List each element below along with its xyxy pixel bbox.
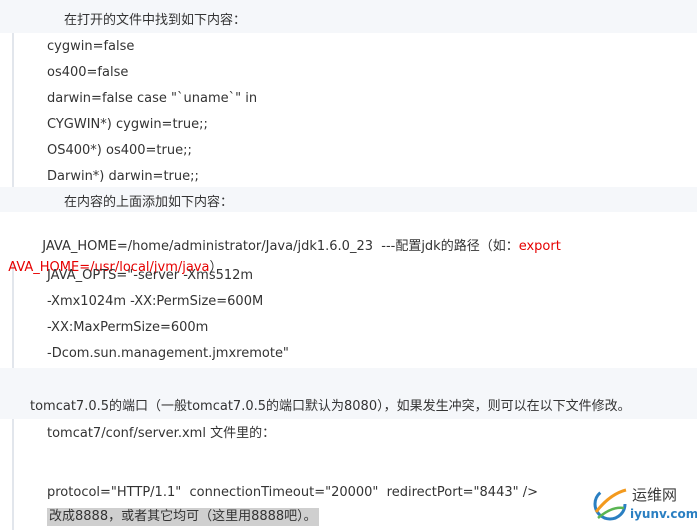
- watermark-en: iyunv.com: [630, 507, 697, 521]
- file-path-line: tomcat7/conf/server.xml 文件里的：: [47, 426, 276, 441]
- port-note: tomcat7.0.5的端口（一般tomcat7.0.5的端口默认为8080），…: [30, 399, 631, 414]
- java-home-example-start: export: [518, 239, 561, 254]
- code-block-1-border: [12, 33, 14, 187]
- code-line: OS400*) os400=true;;: [47, 143, 192, 158]
- code-line: CYGWIN*) cygwin=true;;: [47, 117, 208, 132]
- code-block-1: [0, 33, 697, 187]
- code-line: darwin=false case "`uname`" in: [47, 91, 258, 106]
- heading1: 在打开的文件中找到如下内容：: [64, 13, 247, 28]
- code-line: os400=false: [47, 65, 129, 80]
- swoosh-icon: [593, 487, 627, 521]
- code-block-2-border: [12, 263, 14, 368]
- code-line: -Dcom.sun.management.jmxremote": [47, 346, 289, 361]
- watermark-cn: 运维网: [632, 486, 678, 504]
- code-line: -Xmx1024m -XX:PermSize=600M: [47, 294, 264, 309]
- code-line: -XX:MaxPermSize=600m: [47, 320, 209, 335]
- protocol-line: protocol="HTTP/1.1" connectionTimeout="2…: [47, 485, 539, 500]
- code-line: cygwin=false: [47, 39, 135, 54]
- heading2: 在内容的上面添加如下内容：: [64, 195, 234, 210]
- code-block-3-border: [12, 419, 14, 530]
- code-line: JAVA_OPTS="-server -Xms512m: [47, 268, 254, 283]
- watermark-logo: 运维网 iyunv.com: [590, 482, 697, 528]
- code-line: Darwin*) darwin=true;;: [47, 169, 199, 184]
- change-port-line: 改成8888，或者其它均可（这里用8888吧）。: [47, 508, 319, 526]
